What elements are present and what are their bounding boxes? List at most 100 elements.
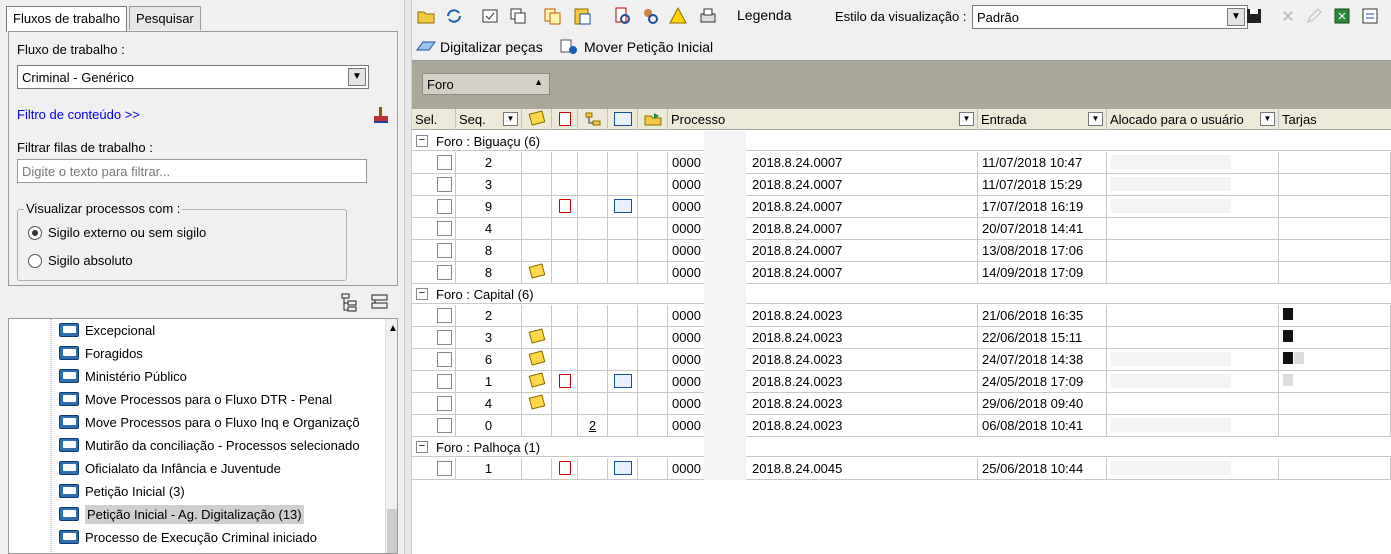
- close-icon[interactable]: [1278, 6, 1298, 26]
- col-flag[interactable]: [638, 109, 668, 130]
- tree-item[interactable]: Foragidos: [59, 342, 143, 364]
- row-checkbox[interactable]: [437, 308, 452, 323]
- group-row[interactable]: − Foro : Capital (6): [412, 284, 1391, 304]
- row-checkbox[interactable]: [437, 461, 452, 476]
- note-icon[interactable]: [528, 394, 545, 410]
- open-folder-icon[interactable]: [416, 6, 436, 26]
- filter-dropdown-icon[interactable]: ▼: [959, 112, 974, 126]
- paste-icon[interactable]: [572, 6, 592, 26]
- group-chip-foro[interactable]: Foro ▲: [422, 73, 550, 95]
- row-checkbox[interactable]: [437, 396, 452, 411]
- row-checkbox[interactable]: [437, 418, 452, 433]
- chevron-down-icon[interactable]: ▼: [1227, 8, 1245, 26]
- note-icon[interactable]: [528, 328, 545, 344]
- radio-checked-icon[interactable]: [28, 225, 42, 240]
- table-row[interactable]: 3 0000 2018.8.24.0007 11/07/2018 15:29: [412, 174, 1391, 196]
- tree-item[interactable]: Move Processos para o Fluxo Inq e Organi…: [59, 411, 360, 433]
- col-alocado[interactable]: Alocado para o usuário ▼: [1107, 109, 1279, 130]
- document-blue-icon[interactable]: [613, 199, 632, 213]
- tab-fluxos[interactable]: Fluxos de trabalho: [6, 6, 127, 32]
- scroll-thumb[interactable]: [387, 509, 397, 553]
- row-checkbox[interactable]: [437, 352, 452, 367]
- note-icon[interactable]: [528, 350, 545, 366]
- filter-dropdown-icon[interactable]: ▼: [1260, 112, 1275, 126]
- table-row[interactable]: 1 0000 2018.8.24.0045 25/06/2018 10:44: [412, 458, 1391, 480]
- table-row[interactable]: 4 0000 2018.8.24.0023 29/06/2018 09:40: [412, 393, 1391, 415]
- table-row[interactable]: 2 0000 2018.8.24.0007 11/07/2018 10:47: [412, 152, 1391, 174]
- note-icon[interactable]: [528, 372, 545, 388]
- chevron-down-icon[interactable]: ▼: [348, 68, 366, 86]
- document-red-icon[interactable]: [558, 199, 571, 213]
- row-checkbox[interactable]: [437, 243, 452, 258]
- note-icon[interactable]: [528, 263, 545, 279]
- queue-filter-input[interactable]: Digite o texto para filtrar...: [17, 159, 367, 183]
- table-row[interactable]: 8 0000 2018.8.24.0007 13/08/2018 17:06: [412, 240, 1391, 262]
- col-entrada[interactable]: Entrada ▼: [978, 109, 1107, 130]
- tree-expand-icon[interactable]: [339, 292, 359, 312]
- tab-pesquisar[interactable]: Pesquisar: [128, 6, 201, 30]
- collapse-icon[interactable]: −: [416, 288, 428, 300]
- tree-scrollbar[interactable]: ▲: [385, 319, 397, 553]
- broom-icon[interactable]: [372, 106, 390, 124]
- table-row[interactable]: 9 0000 2018.8.24.0007 17/07/2018 16:19: [412, 196, 1391, 218]
- properties-icon[interactable]: [1360, 6, 1380, 26]
- document-blue-icon[interactable]: [613, 461, 632, 475]
- col-tarjas[interactable]: Tarjas: [1279, 109, 1391, 130]
- tree-item[interactable]: Mutirão da conciliação - Processos selec…: [59, 434, 360, 456]
- save-icon[interactable]: [1244, 6, 1264, 26]
- warning-icon[interactable]: [668, 6, 688, 26]
- document-red-icon[interactable]: [558, 461, 571, 475]
- document-search-icon[interactable]: [612, 6, 632, 26]
- row-checkbox[interactable]: [437, 155, 452, 170]
- table-row[interactable]: 6 0000 2018.8.24.0023 24/07/2018 14:38: [412, 349, 1391, 371]
- row-checkbox[interactable]: [437, 177, 452, 192]
- tree-item[interactable]: Processo de Execução Criminal iniciado: [59, 526, 317, 548]
- radio-sigilo-externo[interactable]: Sigilo externo ou sem sigilo: [28, 225, 206, 240]
- tree-item[interactable]: Oficialato da Infância e Juventude: [59, 457, 281, 479]
- collapse-icon[interactable]: −: [416, 441, 428, 453]
- filter-dropdown-icon[interactable]: ▼: [1088, 112, 1103, 126]
- select-icon[interactable]: [480, 6, 500, 26]
- people-search-icon[interactable]: [640, 6, 660, 26]
- col-seq[interactable]: Seq. ▼: [456, 109, 522, 130]
- group-row[interactable]: − Foro : Palhoça (1): [412, 437, 1391, 457]
- tree-collapse-icon[interactable]: [370, 292, 390, 312]
- refresh-icon[interactable]: [444, 6, 464, 26]
- row-checkbox[interactable]: [437, 374, 452, 389]
- group-row[interactable]: − Foro : Biguaçu (6): [412, 131, 1391, 151]
- tree-item[interactable]: Petição Inicial (3): [59, 480, 185, 502]
- col-hierarchy[interactable]: [578, 109, 608, 130]
- tree-item[interactable]: Move Processos para o Fluxo DTR - Penal: [59, 388, 332, 410]
- mover-peticao-button[interactable]: Mover Petição Inicial: [584, 39, 713, 55]
- table-row[interactable]: 2 0000 2018.8.24.0023 21/06/2018 16:35: [412, 305, 1391, 327]
- edit-icon[interactable]: [1304, 6, 1324, 26]
- radio-unchecked-icon[interactable]: [28, 253, 42, 268]
- collapse-icon[interactable]: −: [416, 135, 428, 147]
- count-link[interactable]: 2: [589, 418, 596, 433]
- table-row[interactable]: 3 0000 2018.8.24.0023 22/06/2018 15:11: [412, 327, 1391, 349]
- filter-dropdown-icon[interactable]: ▼: [503, 112, 518, 126]
- radio-sigilo-absoluto[interactable]: Sigilo absoluto: [28, 253, 133, 268]
- document-blue-icon[interactable]: [613, 374, 632, 388]
- deselect-icon[interactable]: [508, 6, 528, 26]
- table-row[interactable]: 8 0000 2018.8.24.0007 14/09/2018 17:09: [412, 262, 1391, 284]
- row-checkbox[interactable]: [437, 265, 452, 280]
- row-checkbox[interactable]: [437, 221, 452, 236]
- move-gear-icon[interactable]: [559, 38, 581, 56]
- table-row[interactable]: 0 2 0000 2018.8.24.0023 06/08/2018 10:41: [412, 415, 1391, 437]
- tree-item[interactable]: Ministério Público: [59, 365, 187, 387]
- col-processo[interactable]: Processo ▼: [668, 109, 978, 130]
- row-checkbox[interactable]: [437, 330, 452, 345]
- scan-icon[interactable]: [415, 38, 437, 56]
- row-checkbox[interactable]: [437, 199, 452, 214]
- digitalizar-pecas-button[interactable]: Digitalizar peças: [440, 39, 543, 55]
- col-sel[interactable]: Sel.: [412, 109, 456, 130]
- col-blue-doc[interactable]: [608, 109, 638, 130]
- view-style-select[interactable]: Padrão ▼: [972, 5, 1248, 29]
- content-filter-link[interactable]: Filtro de conteúdo >>: [17, 107, 140, 122]
- tree-item[interactable]: Excepcional: [59, 319, 155, 341]
- tree-item-selected[interactable]: Petição Inicial - Ag. Digitalização (13): [59, 503, 304, 525]
- document-red-icon[interactable]: [558, 374, 571, 388]
- export-excel-icon[interactable]: [1332, 6, 1352, 26]
- splitter[interactable]: [404, 0, 412, 554]
